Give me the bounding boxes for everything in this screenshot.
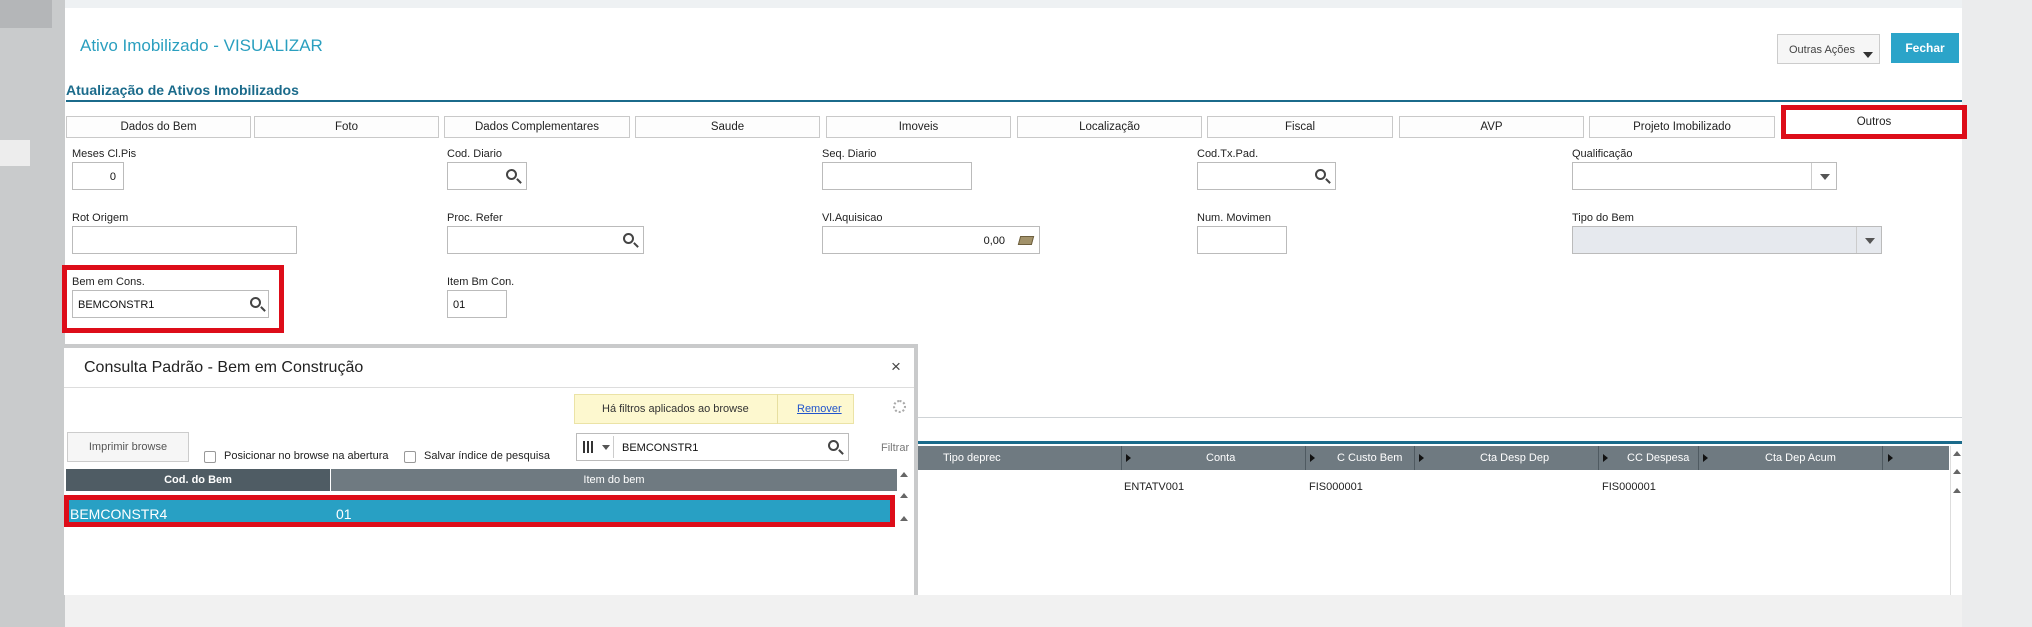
cod-diario-label: Cod. Diario	[447, 148, 503, 160]
num-movimen-label: Num. Movimen	[1197, 212, 1271, 224]
item-bm-con-label: Item Bm Con.	[447, 276, 515, 288]
filter-button[interactable]: Filtrar	[881, 442, 909, 454]
grid-cell: FIS000001	[1602, 481, 1656, 493]
search-icon[interactable]	[1315, 169, 1326, 180]
column-c-custo-bem[interactable]: C Custo Bem	[1337, 452, 1402, 464]
meses-cl-pis-label: Meses Cl.Pis	[72, 148, 137, 160]
gear-icon[interactable]	[893, 400, 906, 413]
filter-notice-text: Há filtros aplicados ao browse	[602, 403, 749, 415]
dialog-title: Consulta Padrão - Bem em Construção	[84, 359, 364, 376]
proc-refer-field[interactable]	[447, 226, 644, 254]
calculator-icon[interactable]	[1017, 236, 1035, 245]
sort-arrow-icon[interactable]	[1603, 454, 1608, 462]
left-frame	[0, 0, 65, 627]
cod-tx-pad-label: Cod.Tx.Pad.	[1197, 148, 1259, 160]
filter-notice-divider	[777, 394, 778, 424]
close-icon[interactable]: ×	[891, 357, 901, 377]
cell-item-do-bem: 01	[336, 506, 352, 522]
tab-projeto-imobilizado[interactable]: Projeto Imobilizado	[1589, 116, 1775, 138]
grid-divider	[918, 441, 1962, 444]
search-icon[interactable]	[623, 233, 634, 244]
dialog-border	[914, 344, 918, 595]
other-actions-label: Outras Ações	[1789, 44, 1856, 56]
item-bm-con-value: 01	[453, 299, 466, 311]
position-browse-label: Posicionar no browse na abertura	[224, 450, 389, 462]
background-grid-scrollbar[interactable]	[1950, 446, 1962, 595]
grid-divider	[918, 417, 1962, 418]
remove-filter-link[interactable]: Remover	[797, 403, 842, 415]
sort-arrow-icon[interactable]	[1419, 454, 1424, 462]
sort-arrow-icon[interactable]	[1703, 454, 1708, 462]
vl-aquisicao-label: Vl.Aquisicao	[822, 212, 883, 224]
cell-cod-do-bem: BEMCONSTR4	[70, 506, 168, 522]
column-cod-do-bem[interactable]: Cod. do Bem	[66, 469, 330, 491]
search-icon[interactable]	[506, 169, 517, 180]
tab-dados-complementares[interactable]: Dados Complementares	[444, 116, 630, 138]
sort-arrow-icon[interactable]	[1888, 454, 1893, 462]
right-frame	[1962, 0, 2032, 627]
highlight-box	[62, 265, 284, 333]
proc-refer-label: Proc. Refer	[447, 212, 503, 224]
chevron-down-icon	[1865, 238, 1875, 244]
tipo-do-bem-label: Tipo do Bem	[1572, 212, 1634, 224]
top-bar	[65, 0, 1962, 8]
seq-diario-label: Seq. Diario	[822, 148, 877, 160]
tab-localizacao[interactable]: Localização	[1017, 116, 1202, 138]
vl-aquisicao-field[interactable]: 0,00	[822, 226, 1040, 254]
close-button[interactable]: Fechar	[1891, 33, 1959, 63]
table-row[interactable]: BEMCONSTR4 01	[64, 495, 895, 527]
grid-cell: FIS000001	[1309, 481, 1363, 493]
seq-diario-field[interactable]	[822, 162, 972, 190]
rot-origem-label: Rot Origem	[72, 212, 129, 224]
position-browse-checkbox[interactable]	[204, 451, 216, 463]
chevron-down-icon[interactable]	[602, 445, 610, 450]
column-item-do-bem[interactable]: Item do bem	[331, 469, 897, 491]
search-icon[interactable]	[828, 440, 839, 451]
chevron-down-icon	[1820, 174, 1830, 180]
column-cta-dep-acum[interactable]: Cta Dep Acum	[1765, 452, 1836, 464]
tab-fiscal[interactable]: Fiscal	[1207, 116, 1393, 138]
qualificacao-label: Qualificação	[1572, 148, 1633, 160]
column-conta[interactable]: Conta	[1206, 452, 1235, 464]
grid-cell: ENTATV001	[1124, 481, 1185, 493]
print-browse-button[interactable]: Imprimir browse	[67, 432, 189, 462]
section-divider	[66, 100, 1962, 102]
other-actions-button[interactable]: Outras Ações	[1777, 34, 1880, 64]
sort-arrow-icon[interactable]	[1310, 454, 1315, 462]
meses-cl-pis-value: 0	[109, 171, 116, 183]
vl-aquisicao-value: 0,00	[983, 235, 1005, 247]
tab-avp[interactable]: AVP	[1399, 116, 1584, 138]
qualificacao-select[interactable]	[1572, 162, 1837, 190]
rot-origem-field[interactable]	[72, 226, 297, 254]
section-title: Atualização de Ativos Imobilizados	[66, 82, 299, 98]
cod-diario-field[interactable]	[447, 162, 527, 190]
tab-foto[interactable]: Foto	[254, 116, 439, 138]
save-index-label: Salvar índice de pesquisa	[424, 450, 550, 462]
page-title: Ativo Imobilizado - VISUALIZAR	[80, 36, 323, 55]
dialog-divider	[64, 387, 916, 388]
columns-icon[interactable]	[583, 441, 595, 453]
meses-cl-pis-field[interactable]: 0	[72, 162, 124, 190]
column-tipo-deprec[interactable]: Tipo deprec	[943, 452, 1001, 464]
tab-dados-do-bem[interactable]: Dados do Bem	[66, 116, 251, 138]
num-movimen-field[interactable]	[1197, 226, 1287, 254]
search-value: BEMCONSTR1	[622, 442, 699, 454]
cod-tx-pad-field[interactable]	[1197, 162, 1336, 190]
tab-saude[interactable]: Saude	[635, 116, 820, 138]
item-bm-con-field[interactable]: 01	[447, 290, 507, 318]
bottom-frame	[65, 595, 1962, 627]
tab-imoveis[interactable]: Imoveis	[826, 116, 1011, 138]
column-cc-despesa[interactable]: CC Despesa	[1627, 452, 1689, 464]
column-cta-desp-dep[interactable]: Cta Desp Dep	[1480, 452, 1549, 464]
sort-arrow-icon[interactable]	[1126, 454, 1131, 462]
tab-outros[interactable]: Outros	[1781, 105, 1967, 139]
tipo-do-bem-select[interactable]	[1572, 226, 1882, 254]
chevron-down-icon	[1863, 52, 1873, 58]
dialog-scrollbar[interactable]	[897, 469, 911, 595]
save-index-checkbox[interactable]	[404, 451, 416, 463]
search-input[interactable]	[576, 433, 849, 461]
